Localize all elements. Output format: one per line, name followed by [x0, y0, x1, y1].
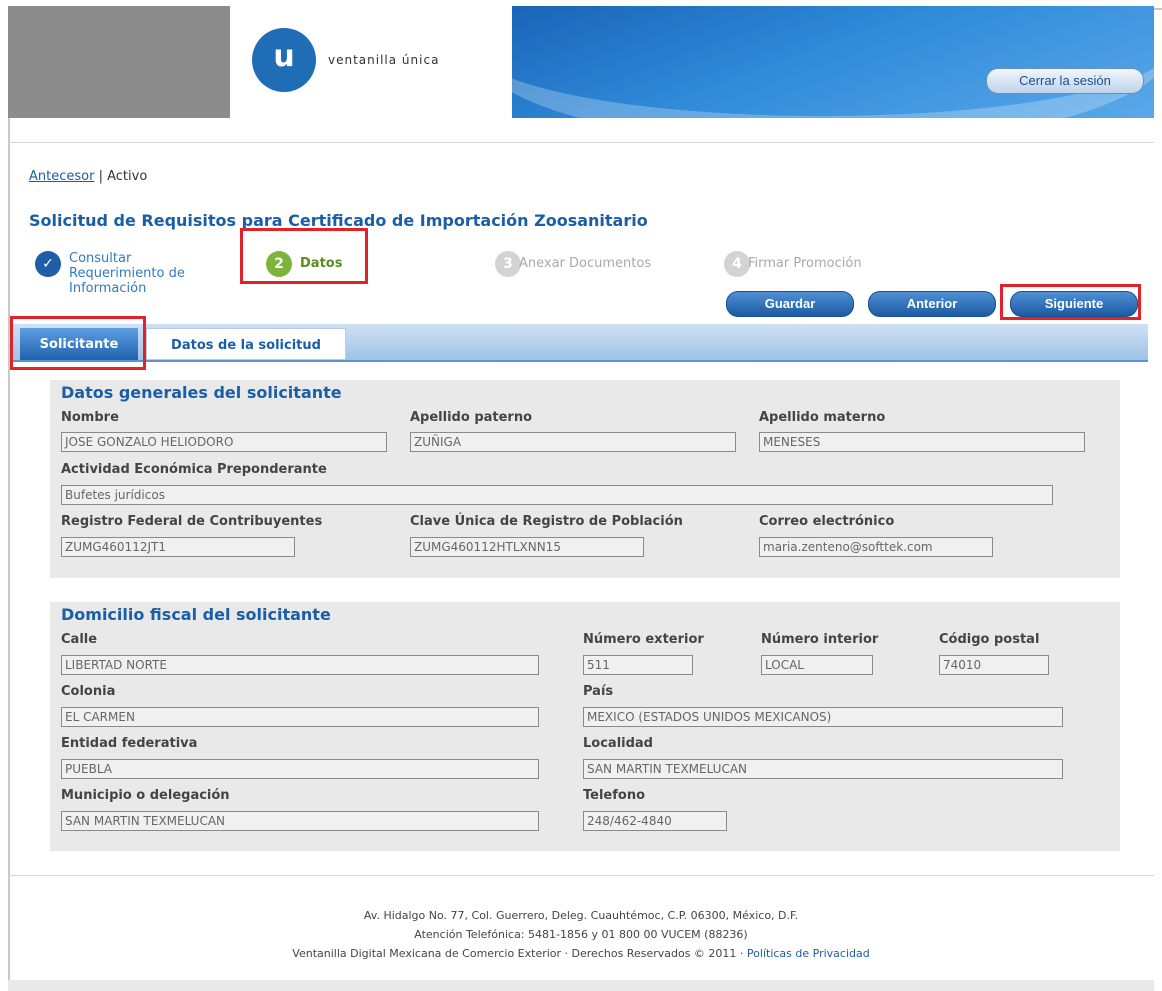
breadcrumb-link-antecesor[interactable]: Antecesor: [29, 169, 94, 184]
label-nombre: Nombre: [61, 410, 119, 425]
label-correo: Correo electrónico: [759, 514, 895, 529]
field-localidad[interactable]: SAN MARTIN TEXMELUCAN: [583, 759, 1063, 779]
logout-button[interactable]: Cerrar la sesión: [986, 68, 1144, 94]
label-codigo-postal: Código postal: [939, 632, 1040, 647]
section-title-generales: Datos generales del solicitante: [61, 383, 342, 402]
step-1-check-icon: ✓: [35, 251, 61, 277]
field-correo[interactable]: maria.zenteno@softtek.com: [759, 537, 993, 557]
footer-address: Av. Hidalgo No. 77, Col. Guerrero, Deleg…: [363, 909, 799, 922]
logo-text: ventanilla única: [328, 53, 440, 67]
field-nombre[interactable]: JOSE GONZALO HELIODORO: [61, 432, 387, 452]
step-1-label: Consultar Requerimiento de Información: [69, 251, 185, 296]
label-calle: Calle: [61, 632, 98, 647]
tab-datos-solicitud[interactable]: Datos de la solicitud: [146, 328, 346, 360]
field-colonia[interactable]: EL CARMEN: [61, 707, 539, 727]
section-domicilio-fiscal: Domicilio fiscal del solicitante Calle L…: [50, 602, 1120, 851]
label-actividad: Actividad Económica Preponderante: [61, 462, 327, 477]
anterior-button[interactable]: Anterior: [868, 291, 996, 317]
breadcrumb-current: Activo: [107, 169, 148, 184]
field-telefono[interactable]: 248/462-4840: [583, 811, 727, 831]
highlight-step-datos: [240, 228, 368, 284]
footer-phone: Atención Telefónica: 5481-1856 y 01 800 …: [414, 928, 748, 941]
label-numero-exterior: Número exterior: [583, 632, 704, 647]
header-blue-banner: Cerrar la sesión: [512, 6, 1154, 118]
label-entidad-federativa: Entidad federativa: [61, 736, 198, 751]
site-footer: Av. Hidalgo No. 77, Col. Guerrero, Deleg…: [8, 906, 1154, 963]
field-municipio[interactable]: SAN MARTIN TEXMELUCAN: [61, 811, 539, 831]
step-3-number-icon: 3: [495, 251, 521, 277]
step-3-label: Anexar Documentos: [519, 256, 652, 271]
field-pais[interactable]: MEXICO (ESTADOS UNIDOS MEXICANOS): [583, 707, 1063, 727]
label-telefono: Telefono: [583, 788, 646, 803]
highlight-siguiente: [1000, 284, 1141, 320]
step-4-number-icon: 4: [724, 251, 750, 277]
field-apellido-materno[interactable]: MENESES: [759, 432, 1085, 452]
logo-area: u ventanilla única: [230, 6, 512, 118]
breadcrumb: Antecesor | Activo: [29, 169, 147, 184]
logo-icon: u: [252, 28, 316, 92]
field-actividad[interactable]: Bufetes jurídicos: [61, 485, 1053, 505]
guardar-button[interactable]: Guardar: [726, 291, 854, 317]
label-pais: País: [583, 684, 614, 699]
section-title-domicilio: Domicilio fiscal del solicitante: [61, 605, 331, 624]
field-entidad-federativa[interactable]: PUEBLA: [61, 759, 539, 779]
label-apellido-paterno: Apellido paterno: [410, 410, 533, 425]
footer-rights: Ventanilla Digital Mexicana de Comercio …: [292, 947, 870, 960]
label-apellido-materno: Apellido materno: [759, 410, 886, 425]
bottom-strip: [8, 980, 1154, 991]
field-codigo-postal[interactable]: 74010: [939, 655, 1049, 675]
field-numero-interior[interactable]: LOCAL: [761, 655, 873, 675]
label-curp: Clave Única de Registro de Población: [410, 514, 683, 529]
main-content: Antecesor | Activo Solicitud de Requisit…: [8, 142, 1154, 876]
label-numero-interior: Número interior: [761, 632, 879, 647]
banner-swoosh: [512, 6, 1154, 118]
label-municipio: Municipio o delegación: [61, 788, 230, 803]
label-localidad: Localidad: [583, 736, 653, 751]
tab-bar: Solicitante Datos de la solicitud: [11, 324, 1148, 362]
step-4-label: Firmar Promoción: [748, 256, 862, 271]
field-numero-exterior[interactable]: 511: [583, 655, 693, 675]
field-curp[interactable]: ZUMG460112HTLXNN15: [410, 537, 644, 557]
header-gray-banner: [8, 6, 230, 118]
label-colonia: Colonia: [61, 684, 116, 699]
highlight-tab-solicitante: [10, 316, 146, 370]
field-rfc[interactable]: ZUMG460112JT1: [61, 537, 295, 557]
site-header: u ventanilla única Cerrar la sesión: [8, 6, 1154, 118]
field-apellido-paterno[interactable]: ZUÑIGA: [410, 432, 736, 452]
section-datos-generales: Datos generales del solicitante Nombre J…: [50, 380, 1120, 578]
breadcrumb-separator: |: [94, 169, 108, 184]
field-calle[interactable]: LIBERTAD NORTE: [61, 655, 539, 675]
label-rfc: Registro Federal de Contribuyentes: [61, 514, 323, 529]
privacy-policy-link[interactable]: Políticas de Privacidad: [747, 947, 870, 960]
